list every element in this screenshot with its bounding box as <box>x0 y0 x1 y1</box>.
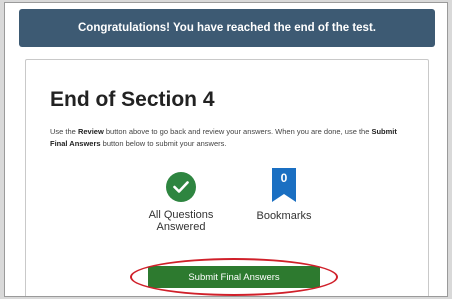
instructions-review-label: Review <box>77 127 104 136</box>
all-questions-answered-stat: All Questions Answered <box>138 172 224 233</box>
instructions-part-3: button below to submit your answers. <box>100 139 227 148</box>
bookmarks-label: Bookmarks <box>256 210 312 222</box>
bookmarks-count: 0 <box>280 171 288 185</box>
submit-area: Submit Final Answers <box>130 258 338 296</box>
bookmarks-stat: 0 Bookmarks <box>248 168 320 222</box>
bookmark-icon: 0 <box>272 168 296 202</box>
completion-banner-text: Congratulations! You have reached the en… <box>78 22 376 34</box>
section-title: End of Section 4 <box>50 88 215 111</box>
instructions-part-1: Use the <box>50 127 78 136</box>
instructions-text: Use the Review button above to go back a… <box>50 126 405 150</box>
section-summary-card: End of Section 4 Use the Review button a… <box>25 59 429 296</box>
instructions-part-2: button above to go back and review your … <box>103 127 372 136</box>
completion-banner: Congratulations! You have reached the en… <box>19 9 435 47</box>
submit-final-answers-button[interactable]: Submit Final Answers <box>148 266 320 288</box>
screenshot-frame: Congratulations! You have reached the en… <box>4 2 448 297</box>
checkmark-circle-icon <box>166 172 196 202</box>
all-questions-answered-label: All Questions Answered <box>148 209 214 233</box>
